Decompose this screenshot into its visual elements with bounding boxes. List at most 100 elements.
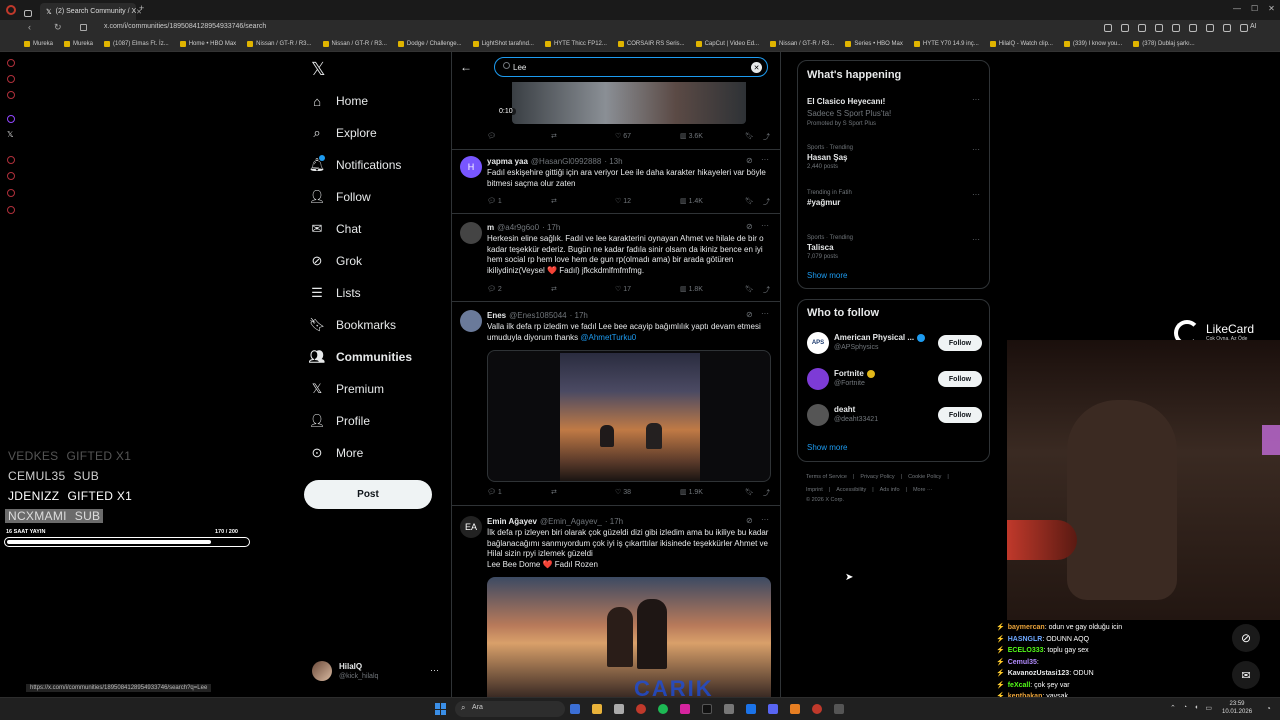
- zoom-icon[interactable]: [1104, 24, 1112, 32]
- app-icon[interactable]: [812, 704, 822, 714]
- video-thumbnail[interactable]: [512, 82, 746, 124]
- nav-chat[interactable]: ✉ Chat: [310, 221, 362, 236]
- mention-link[interactable]: @AhmetTurku0: [580, 333, 636, 342]
- snapshot-icon[interactable]: [1189, 24, 1197, 32]
- reply-button[interactable]: 💬︎ 1: [487, 488, 502, 496]
- wallet-icon[interactable]: [1223, 24, 1231, 32]
- nav-explore[interactable]: ⌕ Explore: [310, 125, 376, 140]
- bookmark-item[interactable]: Nissan / GT-R / R3...: [770, 40, 834, 47]
- discord-icon[interactable]: [768, 704, 778, 714]
- chat-user[interactable]: ECELO333: [1008, 647, 1044, 654]
- repost-icon[interactable]: ⇄: [551, 197, 557, 205]
- minimize-icon[interactable]: —: [1233, 4, 1241, 13]
- bookmark-item[interactable]: (378) Dublaj şarkı...: [1133, 40, 1195, 47]
- more-dots-icon[interactable]: ···: [972, 235, 980, 244]
- tweet-handle[interactable]: @Enes1085044: [509, 311, 567, 320]
- app-icon[interactable]: [834, 704, 844, 714]
- nav-premium[interactable]: 𝕏 Premium: [310, 381, 384, 396]
- tab-search-community[interactable]: 𝕏 (2) Search Community / X ✕: [40, 3, 142, 20]
- nav-home[interactable]: ⌂ Home: [310, 94, 368, 109]
- tweet-handle[interactable]: @Emin_Agayev_: [540, 517, 602, 526]
- share-icon[interactable]: ⤴: [763, 285, 770, 295]
- bookmark-item[interactable]: Home • HBO Max: [179, 40, 236, 47]
- user-name-row[interactable]: deaht: [834, 405, 855, 414]
- user-avatar[interactable]: [807, 404, 829, 426]
- copilot-icon[interactable]: [570, 704, 580, 714]
- chat-user[interactable]: Cemul35: [1008, 659, 1037, 666]
- user-avatar[interactable]: [807, 368, 829, 390]
- views-button[interactable]: ▥ 3.6K: [680, 132, 703, 140]
- spotify-icon[interactable]: [658, 704, 668, 714]
- bookmark-item[interactable]: LightShot tarafınd...: [472, 40, 534, 47]
- tweet-avatar[interactable]: [460, 310, 482, 332]
- download-icon[interactable]: [1138, 24, 1146, 32]
- sidebar-app-icon[interactable]: [7, 91, 15, 99]
- sidebar-app-icon[interactable]: [7, 189, 15, 197]
- like-button[interactable]: ♡ 17: [615, 285, 631, 293]
- opera-logo-icon[interactable]: [6, 5, 16, 15]
- like-button[interactable]: ♡ 67: [615, 132, 631, 140]
- bookmark-item[interactable]: Nissan / GT-R / R3...: [322, 40, 387, 47]
- user-name-row[interactable]: Fortnite: [834, 369, 875, 378]
- user-avatar[interactable]: APS: [807, 332, 829, 354]
- bookmark-item[interactable]: HYTE Thicc FP12...: [544, 40, 607, 47]
- follow-button[interactable]: Follow: [938, 335, 982, 351]
- nav-follow[interactable]: 👤︎ Follow: [309, 189, 371, 204]
- chat-bubble-icon[interactable]: [1206, 24, 1214, 32]
- chat-user[interactable]: HASNGLR: [1008, 636, 1043, 643]
- maximize-icon[interactable]: ☐: [1251, 4, 1258, 13]
- tweet-handle[interactable]: @HasanGl0992888: [531, 157, 601, 166]
- app-icon[interactable]: [790, 704, 800, 714]
- bookmark-item[interactable]: CORSAIR RS Seris...: [617, 40, 685, 47]
- footer-link[interactable]: More ···: [913, 487, 933, 493]
- more-dots-icon[interactable]: ···: [761, 515, 769, 524]
- ai-button[interactable]: AI: [1250, 23, 1257, 30]
- heart-icon[interactable]: [1155, 24, 1163, 32]
- bookmark-item[interactable]: Mureka: [64, 40, 93, 47]
- new-tab-button[interactable]: +: [139, 3, 144, 13]
- more-dots-icon[interactable]: ···: [972, 190, 980, 199]
- footer-link[interactable]: Privacy Policy: [860, 474, 894, 480]
- footer-link[interactable]: Imprint: [806, 487, 823, 493]
- like-button[interactable]: ♡ 38: [615, 488, 631, 496]
- bookmark-item[interactable]: HYTE Y70 14.9 inç...: [913, 40, 979, 47]
- app-icon[interactable]: [746, 704, 756, 714]
- grok-explain-icon[interactable]: ⊘: [746, 156, 753, 165]
- tabs-icon[interactable]: [24, 6, 32, 17]
- opera-taskbar-icon[interactable]: [636, 704, 646, 714]
- tweet-time[interactable]: · 17h: [605, 517, 623, 526]
- bookmark-item[interactable]: Series • HBO Max: [845, 40, 903, 47]
- reload-icon[interactable]: ↻: [54, 22, 62, 33]
- tweet-author[interactable]: Enes: [487, 311, 506, 320]
- settings-icon[interactable]: [724, 704, 734, 714]
- play-icon[interactable]: [1172, 24, 1180, 32]
- wifi-icon[interactable]: ◔: [1183, 704, 1187, 712]
- account-switcher[interactable]: HilalQ @kick_hilalq ···: [312, 660, 442, 686]
- sidebar-app-icon[interactable]: [7, 206, 15, 214]
- reply-button[interactable]: 💬︎ 2: [487, 285, 502, 293]
- twitch-icon[interactable]: [7, 115, 15, 123]
- bookmark-item[interactable]: (1087) Elmas Ft. İz...: [104, 40, 169, 47]
- share-icon[interactable]: ⤴: [763, 488, 770, 498]
- x-sidebar-icon[interactable]: 𝕏: [7, 130, 13, 139]
- tweet-time[interactable]: · 17h: [542, 223, 560, 232]
- start-icon[interactable]: [435, 703, 447, 715]
- nav-communities[interactable]: 👥︎ Communities: [309, 349, 412, 364]
- bookmark-icon[interactable]: 🔖︎: [745, 285, 754, 293]
- bookmark-item[interactable]: HilalQ - Watch clip...: [989, 40, 1053, 47]
- close-window-icon[interactable]: ✕: [1268, 4, 1275, 13]
- chat-user[interactable]: KavanozUstasi123: [1008, 670, 1069, 677]
- repost-icon[interactable]: ⇄: [551, 285, 557, 293]
- tiktok-icon[interactable]: [702, 704, 712, 714]
- tweet-avatar[interactable]: [460, 222, 482, 244]
- grok-explain-icon[interactable]: ⊘: [746, 516, 753, 525]
- tweet-avatar[interactable]: EA: [460, 516, 482, 538]
- footer-link[interactable]: Ads info: [880, 487, 900, 493]
- bookmark-item[interactable]: CapCut | Video Ed...: [695, 40, 759, 47]
- nav-bookmarks[interactable]: 🔖︎ Bookmarks: [309, 317, 396, 332]
- tweet-author[interactable]: Emin Ağayev: [487, 517, 537, 526]
- sidebar-app-icon[interactable]: [7, 75, 15, 83]
- tweet-author[interactable]: m: [487, 223, 494, 232]
- taskbar-search[interactable]: ⌕ Ara: [455, 701, 565, 717]
- share-icon[interactable]: ⤴: [763, 132, 770, 142]
